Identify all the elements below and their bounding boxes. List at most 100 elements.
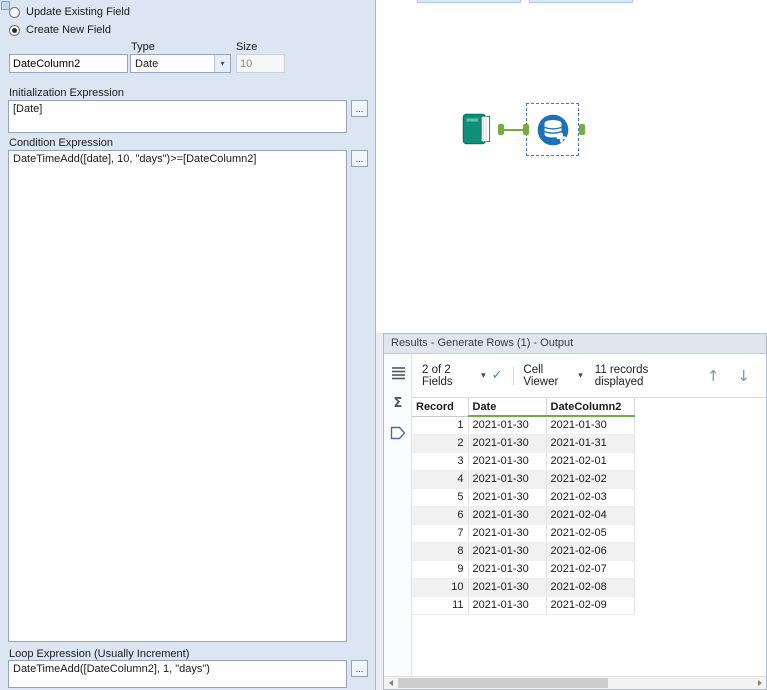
results-title: Results - Generate Rows (1) - Output (391, 337, 574, 349)
results-side-strip: Σ (384, 354, 412, 689)
column-header-datecolumn2[interactable]: DateColumn2 (546, 398, 635, 417)
create-new-field-option[interactable]: Create New Field (9, 24, 111, 36)
output-anchor[interactable] (579, 124, 585, 135)
table-row[interactable]: 7 2021-01-30 2021-02-05 (412, 524, 635, 543)
results-toolbar: 2 of 2 Fields ▾ ✓ Cell Viewer ▾ 11 recor… (412, 354, 766, 398)
profile-tag-icon[interactable] (389, 424, 407, 442)
table-row[interactable]: 1 2021-01-30 2021-01-30 (412, 416, 635, 435)
cell-viewer-label: Cell Viewer (523, 363, 559, 388)
table-row[interactable]: 4 2021-01-30 2021-02-02 (412, 470, 635, 489)
horizontal-scrollbar[interactable] (384, 676, 766, 689)
date-value-cell[interactable]: 2021-02-05 (546, 524, 635, 543)
metadata-sigma-icon[interactable]: Σ (389, 394, 407, 412)
table-row[interactable]: 3 2021-01-30 2021-02-01 (412, 452, 635, 471)
apply-fields-check-icon[interactable]: ✓ (492, 368, 503, 383)
column-header-date[interactable]: Date (468, 398, 547, 417)
type-label: Type (131, 41, 155, 53)
date-value-cell[interactable]: 2021-01-30 (468, 524, 547, 543)
record-number-cell[interactable]: 9 (412, 560, 469, 579)
scrollbar-right-arrow[interactable] (753, 677, 766, 689)
workflow-canvas[interactable] (376, 0, 767, 333)
date-value-cell[interactable]: 2021-01-31 (546, 434, 635, 453)
condition-expression-input[interactable]: DateTimeAdd([date], 10, "days")>=[DateCo… (8, 150, 347, 642)
workflow-tab-stub[interactable] (417, 0, 521, 3)
table-row[interactable]: 9 2021-01-30 2021-02-07 (412, 560, 635, 579)
date-value-cell[interactable]: 2021-02-09 (546, 596, 635, 615)
record-number-cell[interactable]: 8 (412, 542, 469, 561)
date-value-cell[interactable]: 2021-02-07 (546, 560, 635, 579)
date-value-cell[interactable]: 2021-02-01 (546, 452, 635, 471)
record-number-cell[interactable]: 2 (412, 434, 469, 453)
initialization-expression-input[interactable]: [Date] (8, 100, 347, 133)
cell-viewer-dropdown[interactable]: Cell Viewer ▾ (523, 364, 582, 388)
data-grid-icon[interactable] (389, 364, 407, 382)
input-data-tool[interactable] (458, 110, 504, 150)
table-row[interactable]: 2 2021-01-30 2021-01-31 (412, 434, 635, 453)
input-anchor[interactable] (523, 124, 529, 135)
date-value-cell[interactable]: 2021-01-30 (468, 488, 547, 507)
results-grid: Record Date DateColumn2 1 2021-01-30 2021-… (412, 398, 635, 615)
date-value-cell[interactable]: 2021-01-30 (468, 542, 547, 561)
date-value-cell[interactable]: 2021-01-30 (468, 506, 547, 525)
results-table: Record Date DateColumn2 1 2021-01-30 2021-… (412, 398, 635, 615)
date-value-cell[interactable]: 2021-02-06 (546, 542, 635, 561)
date-value-cell[interactable]: 2021-01-30 (468, 560, 547, 579)
loop-expression-input[interactable]: DateTimeAdd([DateColumn2], 1, "days") (8, 660, 347, 688)
table-row[interactable]: 8 2021-01-30 2021-02-06 (412, 542, 635, 561)
record-number-cell[interactable]: 5 (412, 488, 469, 507)
input-data-icon (462, 113, 491, 145)
date-value-cell[interactable]: 2021-01-30 (468, 416, 547, 435)
date-value-cell[interactable]: 2021-01-30 (468, 596, 547, 615)
type-dropdown[interactable]: Date ▾ (130, 54, 231, 73)
scrollbar-thumb[interactable] (398, 678, 608, 688)
radio-button-selected-icon[interactable] (9, 24, 20, 36)
date-value-cell[interactable]: 2021-01-30 (468, 578, 547, 597)
configuration-panel: Update Existing Field Create New Field T… (0, 0, 375, 690)
record-number-cell[interactable]: 3 (412, 452, 469, 471)
generate-rows-icon (535, 112, 570, 147)
size-label: Size (236, 41, 258, 53)
chevron-down-icon: ▾ (481, 370, 486, 381)
date-value-cell[interactable]: 2021-02-03 (546, 488, 635, 507)
radio-button-icon[interactable] (9, 6, 20, 18)
scrollbar-left-arrow[interactable] (384, 677, 397, 689)
record-number-cell[interactable]: 6 (412, 506, 469, 525)
record-number-cell[interactable]: 11 (412, 596, 469, 615)
chevron-down-icon: ▾ (578, 370, 583, 381)
results-header[interactable]: Results - Generate Rows (1) - Output (384, 334, 766, 354)
new-field-name-input[interactable] (9, 54, 128, 73)
column-header-record[interactable]: Record (412, 398, 469, 417)
generate-rows-tool[interactable] (523, 103, 585, 156)
date-value-cell[interactable]: 2021-01-30 (546, 416, 635, 435)
date-value-cell[interactable]: 2021-02-04 (546, 506, 635, 525)
workflow-tab-stub[interactable] (529, 0, 633, 3)
fields-dropdown[interactable]: 2 of 2 Fields ▾ (422, 364, 486, 388)
condition-expression-browse-button[interactable]: ... (351, 150, 368, 167)
initialization-expression-browse-button[interactable]: ... (351, 100, 368, 117)
record-number-cell[interactable]: 4 (412, 470, 469, 489)
update-existing-field-option[interactable]: Update Existing Field (9, 6, 130, 18)
chevron-down-icon[interactable]: ▾ (214, 55, 230, 72)
date-value-cell[interactable]: 2021-02-08 (546, 578, 635, 597)
record-number-cell[interactable]: 7 (412, 524, 469, 543)
date-value-cell[interactable]: 2021-01-30 (468, 452, 547, 471)
date-value-cell[interactable]: 2021-01-30 (468, 470, 547, 489)
table-row[interactable]: 5 2021-01-30 2021-02-03 (412, 488, 635, 507)
date-value-cell[interactable]: 2021-02-02 (546, 470, 635, 489)
toolbar-separator (512, 366, 514, 385)
record-number-cell[interactable]: 1 (412, 416, 469, 435)
panel-splitter-lower[interactable] (376, 333, 383, 690)
table-header-row: Record Date DateColumn2 (412, 398, 635, 417)
date-value-cell[interactable]: 2021-01-30 (468, 434, 547, 453)
table-row[interactable]: 10 2021-01-30 2021-02-08 (412, 578, 635, 597)
scroll-down-icon[interactable]: ↓ (731, 367, 756, 385)
radio-update-label: Update Existing Field (26, 6, 130, 18)
table-row[interactable]: 6 2021-01-30 2021-02-04 (412, 506, 635, 525)
record-number-cell[interactable]: 10 (412, 578, 469, 597)
scroll-up-icon[interactable]: ↑ (701, 367, 726, 385)
type-dropdown-value: Date (135, 57, 159, 70)
condition-expression-label: Condition Expression (9, 137, 113, 149)
table-row[interactable]: 11 2021-01-30 2021-02-09 (412, 596, 635, 615)
results-panel: Results - Generate Rows (1) - Output Σ 2… (383, 333, 767, 690)
loop-expression-browse-button[interactable]: ... (351, 660, 368, 677)
